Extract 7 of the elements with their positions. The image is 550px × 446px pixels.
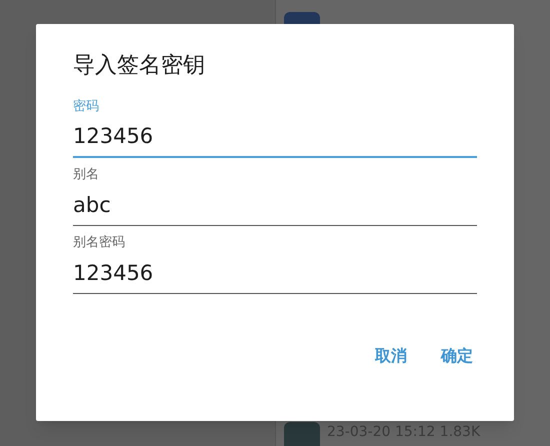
dialog-title: 导入签名密钥	[73, 52, 206, 80]
field-label: 别名	[73, 166, 100, 184]
input-field[interactable]: abc	[73, 184, 477, 226]
field-label: 密码	[73, 98, 100, 116]
input-field[interactable]: 123456	[73, 252, 477, 294]
field-label: 别名密码	[73, 234, 126, 252]
input-field[interactable]: 123456	[73, 116, 477, 158]
